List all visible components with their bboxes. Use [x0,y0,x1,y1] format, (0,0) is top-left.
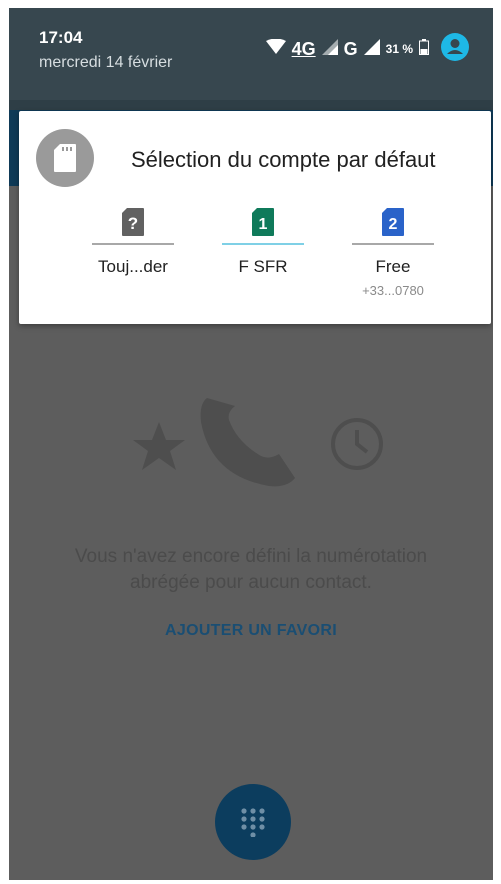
sim-1-icon: 1 [218,207,308,237]
status-time: 17:04 [39,28,83,47]
network-type-g: G [343,38,358,59]
option-phone-number: +33...0780 [362,283,424,298]
option-underline-selected [222,243,304,245]
wifi-icon [265,38,286,60]
sim-card-icon [36,129,94,187]
account-option-sim1[interactable]: 1 F SFR [218,207,308,277]
star-icon [133,422,185,470]
signal-icon [363,38,380,60]
clock-icon [331,418,383,470]
option-label: Free [375,257,411,276]
option-label: F SFR [238,257,288,276]
sim-1-glyph: 1 [259,216,268,233]
battery-percent: 31 % [385,42,413,56]
sim-2-icon: 2 [348,207,438,237]
phone-screen: 17:04 mercredi 14 février 4G G 31 % Séle… [9,8,493,880]
empty-state-message: Vous n'avez encore défini la numérotatio… [9,544,493,596]
shade-divider [9,100,493,110]
dialpad-button[interactable] [215,784,291,860]
status-date: mercredi 14 février [39,54,173,71]
dialog-title: Sélection du compte par défaut [131,147,436,172]
empty-state-line-2: abrégée pour aucun contact. [130,572,372,593]
status-shade[interactable]: 17:04 mercredi 14 février 4G G 31 % [9,8,493,100]
option-underline [352,243,434,245]
sim-2-glyph: 2 [389,216,398,233]
add-favorite-button[interactable]: AJOUTER UN FAVORI [9,622,493,640]
question-sim-icon: ? [88,207,178,237]
account-icon[interactable] [441,32,469,66]
option-underline [92,243,174,245]
signal-icon [321,38,338,60]
status-icons: 4G G 31 % [265,32,469,62]
account-option-always-ask[interactable]: ? Touj...der [88,207,178,277]
default-account-dialog: Sélection du compte par défaut ? Touj...… [19,111,491,324]
option-label: Touj...der [98,257,168,276]
question-sim-glyph: ? [128,214,138,233]
empty-state-line-1: Vous n'avez encore défini la numérotatio… [74,546,428,567]
battery-icon [419,38,429,60]
empty-state-illustration [133,398,383,487]
dialpad-icon [241,808,265,837]
account-option-sim2[interactable]: 2 Free +33...0780 [348,207,438,298]
network-type-4g: 4G [291,38,316,59]
phone-icon [200,398,295,487]
